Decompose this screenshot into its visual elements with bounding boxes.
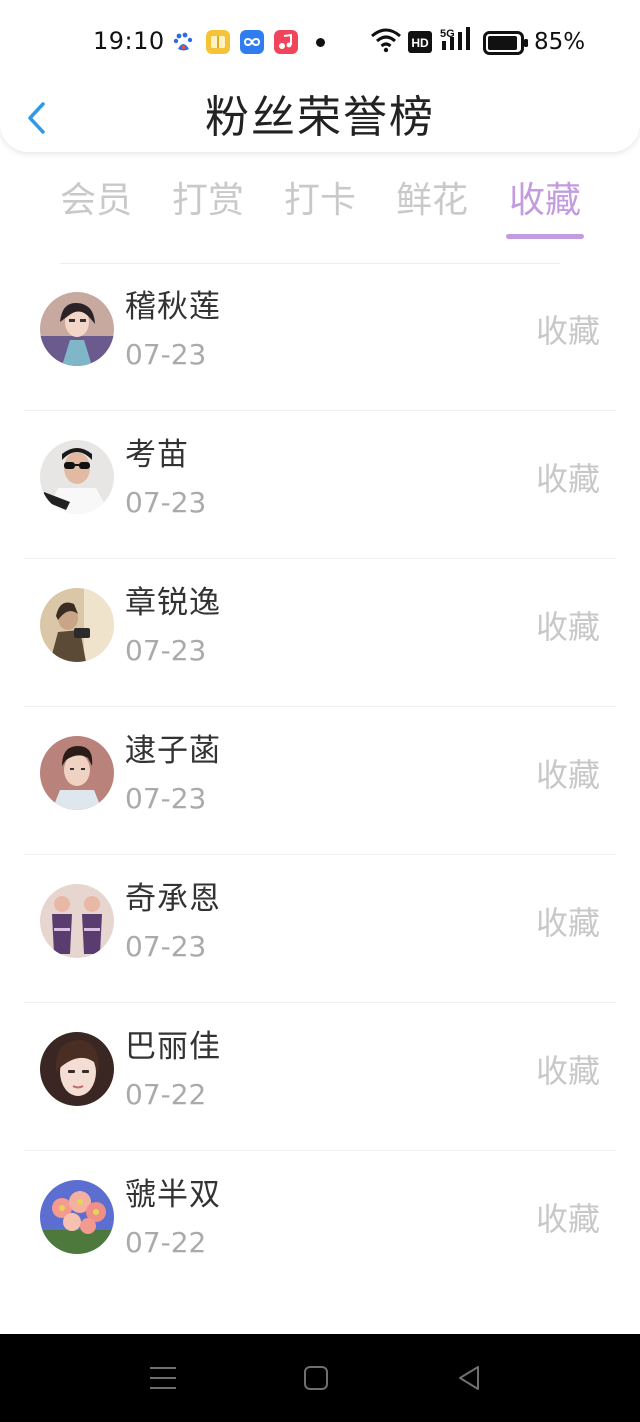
fan-date: 07-23 [125, 782, 207, 815]
baidu-icon [172, 30, 196, 54]
list-item[interactable]: 巴丽佳 07-22 收藏 [0, 1003, 640, 1151]
status-time: 19:10 [93, 27, 165, 55]
home-button[interactable] [296, 1362, 336, 1394]
back-nav-button[interactable] [449, 1362, 489, 1394]
list-item[interactable]: 考苗 07-23 收藏 [0, 411, 640, 559]
action-label: 收藏 [535, 756, 600, 794]
fan-name: 考苗 [125, 437, 189, 473]
fan-date: 07-23 [125, 486, 207, 519]
menu-icon [150, 1367, 176, 1389]
title-bar: 粉丝荣誉榜 [0, 86, 640, 150]
battery-percent: 85% [534, 29, 586, 55]
avatar [40, 440, 114, 514]
notes-icon [206, 30, 230, 54]
loop-app-icon [240, 30, 264, 54]
notification-dot [316, 38, 325, 47]
hd-icon: HD [408, 31, 432, 57]
action-label: 收藏 [535, 904, 600, 942]
tab-flowers[interactable]: 鲜花 [387, 170, 477, 232]
list-item[interactable]: 章锐逸 07-23 收藏 [0, 559, 640, 707]
wifi-icon [370, 26, 402, 58]
tab-member[interactable]: 会员 [51, 170, 141, 232]
action-label: 收藏 [535, 1052, 600, 1090]
avatar [40, 292, 114, 366]
tab-tip[interactable]: 打赏 [163, 170, 253, 232]
signal-icon: 5G [440, 26, 474, 58]
action-label: 收藏 [535, 1200, 600, 1238]
back-triangle-icon [459, 1366, 479, 1390]
avatar [40, 1180, 114, 1254]
tab-active-indicator [506, 234, 584, 239]
fan-date: 07-22 [125, 1078, 207, 1111]
avatar [40, 588, 114, 662]
battery-icon [483, 31, 529, 59]
menu-button[interactable] [143, 1362, 183, 1394]
page-title: 粉丝荣誉榜 [205, 92, 435, 143]
screen: 19:10 HD 5G 85% 粉丝荣誉榜 会员 打赏 打卡 鲜花 收藏 稽秋莲… [0, 0, 640, 1422]
fan-date: 07-23 [125, 930, 207, 963]
home-icon [304, 1366, 328, 1390]
fan-name: 章锐逸 [125, 585, 221, 621]
avatar [40, 1032, 114, 1106]
fan-name: 稽秋莲 [125, 289, 221, 325]
system-nav-bar [0, 1334, 640, 1422]
fan-name: 巴丽佳 [125, 1029, 221, 1065]
fan-name: 虢半双 [125, 1177, 221, 1213]
status-bar: 19:10 HD 5G 85% [0, 0, 640, 86]
action-label: 收藏 [535, 460, 600, 498]
tab-favorites[interactable]: 收藏 [500, 170, 590, 232]
fan-name: 逮子菡 [125, 733, 221, 769]
fan-date: 07-23 [125, 338, 207, 371]
list-item[interactable]: 逮子菡 07-23 收藏 [0, 707, 640, 855]
tab-checkin[interactable]: 打卡 [275, 170, 365, 232]
action-label: 收藏 [535, 608, 600, 646]
action-label: 收藏 [535, 312, 600, 350]
fan-date: 07-23 [125, 634, 207, 667]
tab-bar: 会员 打赏 打卡 鲜花 收藏 [0, 170, 640, 250]
svg-text:HD: HD [411, 36, 429, 50]
header-card: 19:10 HD 5G 85% 粉丝荣誉榜 [0, 0, 640, 152]
music-icon [274, 30, 298, 54]
list-item[interactable]: 虢半双 07-22 收藏 [0, 1151, 640, 1299]
list-item[interactable]: 稽秋莲 07-23 收藏 [0, 263, 640, 411]
avatar [40, 884, 114, 958]
fan-date: 07-22 [125, 1226, 207, 1259]
fan-name: 奇承恩 [125, 881, 221, 917]
avatar [40, 736, 114, 810]
list-item[interactable]: 奇承恩 07-23 收藏 [0, 855, 640, 1003]
